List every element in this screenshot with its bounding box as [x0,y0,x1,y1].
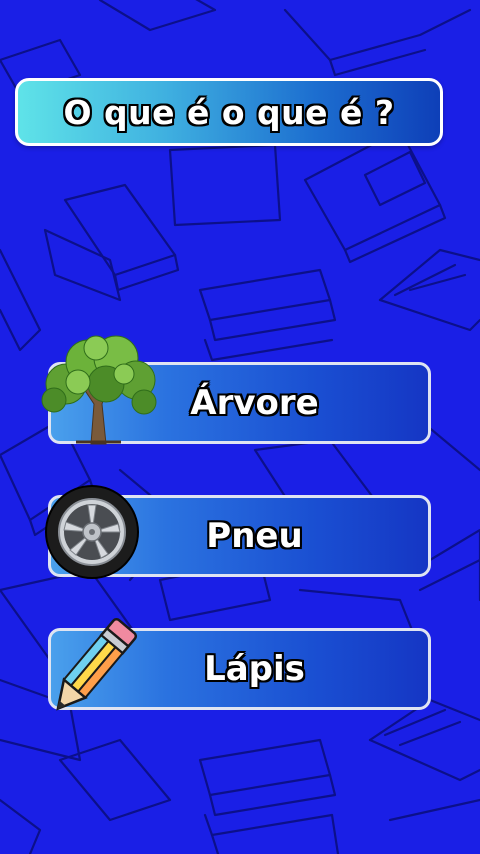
question-banner: O que é o que é ? [15,78,443,146]
question-text: O que é o que é ? [63,92,395,132]
tire-icon [45,485,139,579]
pencil-icon [56,618,138,711]
tree-icon [41,335,157,445]
